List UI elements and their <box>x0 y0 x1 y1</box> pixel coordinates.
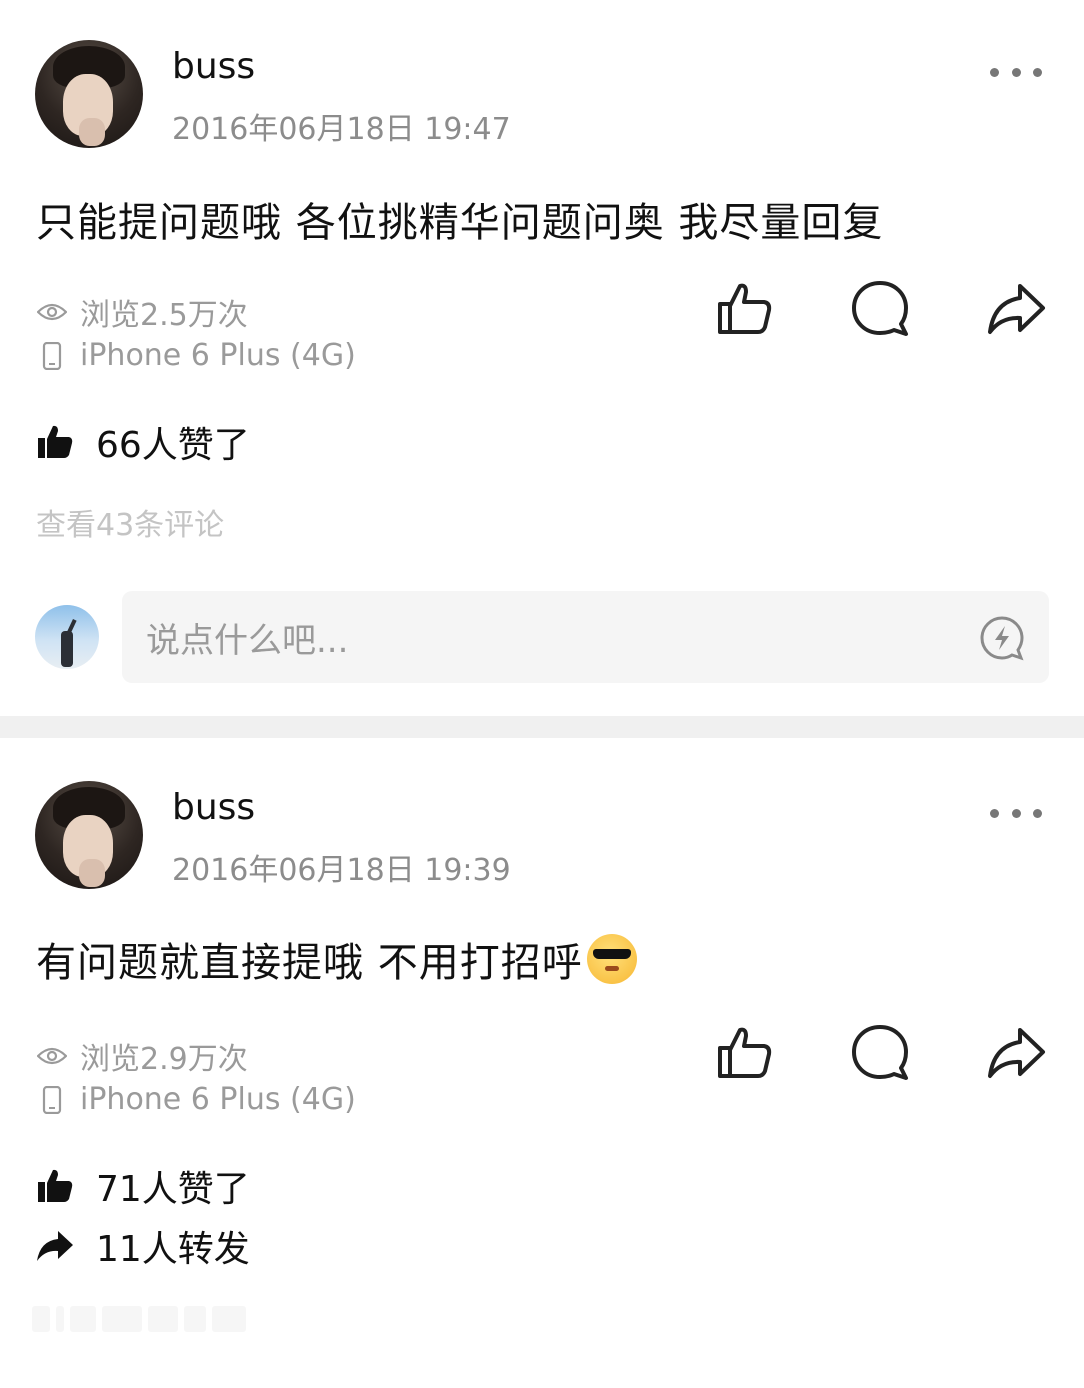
post-text: 只能提问题哦 各位挑精华问题问奥 我尽量回复 <box>36 200 884 246</box>
views-count: 浏览2.9万次 <box>80 1042 248 1077</box>
eye-icon <box>36 1046 68 1066</box>
likes-line[interactable]: 71人赞了 <box>36 1160 250 1212</box>
thumb-up-icon <box>718 1027 772 1078</box>
thumb-up-filled-icon <box>36 423 76 461</box>
thumb-up-filled-icon <box>36 1167 76 1205</box>
post-timestamp: 2016年06月18日 19:39 <box>172 853 511 888</box>
avatar-hand <box>79 118 105 146</box>
views-line: 浏览2.5万次 <box>36 290 248 334</box>
device-name: iPhone 6 Plus (4G) <box>80 338 356 373</box>
author-name[interactable]: buss <box>172 46 255 87</box>
avatar-hand <box>79 859 105 887</box>
author-name[interactable]: buss <box>172 787 255 828</box>
reposts-count: 11人转发 <box>96 1229 250 1270</box>
post-text: 有问题就直接提哦 不用打招呼 <box>36 940 583 986</box>
faded-text <box>32 1300 256 1338</box>
device-line: iPhone 6 Plus (4G) <box>36 338 356 373</box>
likes-line[interactable]: 66人赞了 <box>36 416 250 468</box>
repost-arrow-filled-icon <box>36 1229 76 1263</box>
share-arrow-icon <box>988 1028 1045 1078</box>
post-content: 只能提问题哦 各位挑精华问题问奥 我尽量回复 <box>36 190 883 248</box>
comment-bubble-icon <box>852 281 908 336</box>
author-avatar[interactable] <box>35 781 143 889</box>
device-line: iPhone 6 Plus (4G) <box>36 1082 356 1117</box>
post-content: 有问题就直接提哦 不用打招呼 <box>36 930 637 988</box>
like-button[interactable] <box>714 278 774 338</box>
lightning-bubble-icon[interactable] <box>979 615 1025 661</box>
comment-button[interactable] <box>850 1022 910 1082</box>
post-timestamp: 2016年06月18日 19:47 <box>172 112 511 147</box>
comment-placeholder: 说点什么吧... <box>146 620 349 661</box>
comment-button[interactable] <box>850 278 910 338</box>
post-divider <box>0 716 1084 738</box>
comment-bubble-icon <box>852 1025 908 1080</box>
device-name: iPhone 6 Plus (4G) <box>80 1082 356 1117</box>
thumb-up-icon <box>718 283 772 334</box>
views-count: 浏览2.5万次 <box>80 298 248 333</box>
like-button[interactable] <box>714 1022 774 1082</box>
share-button[interactable] <box>986 1022 1046 1082</box>
more-dots-icon[interactable] <box>990 66 1042 78</box>
cool-sunglasses-emoji <box>586 934 637 984</box>
share-arrow-icon <box>988 284 1045 334</box>
reposts-line[interactable]: 11人转发 <box>36 1220 250 1272</box>
eye-icon <box>36 302 68 322</box>
phone-icon <box>36 1085 68 1114</box>
my-avatar <box>35 605 99 669</box>
more-dots-icon[interactable] <box>990 807 1042 819</box>
likes-count: 66人赞了 <box>96 425 250 466</box>
views-line: 浏览2.9万次 <box>36 1034 248 1078</box>
likes-count: 71人赞了 <box>96 1169 250 1210</box>
share-button[interactable] <box>986 278 1046 338</box>
author-avatar[interactable] <box>35 40 143 148</box>
comment-input[interactable]: 说点什么吧... <box>122 591 1049 683</box>
view-comments-link[interactable]: 查看43条评论 <box>36 500 224 544</box>
post-card: buss 2016年06月18日 19:47 只能提问题哦 各位挑精华问题问奥 … <box>0 0 1084 716</box>
post-card: buss 2016年06月18日 19:39 有问题就直接提哦 不用打招呼 浏览… <box>0 738 1084 1388</box>
phone-icon <box>36 341 68 370</box>
